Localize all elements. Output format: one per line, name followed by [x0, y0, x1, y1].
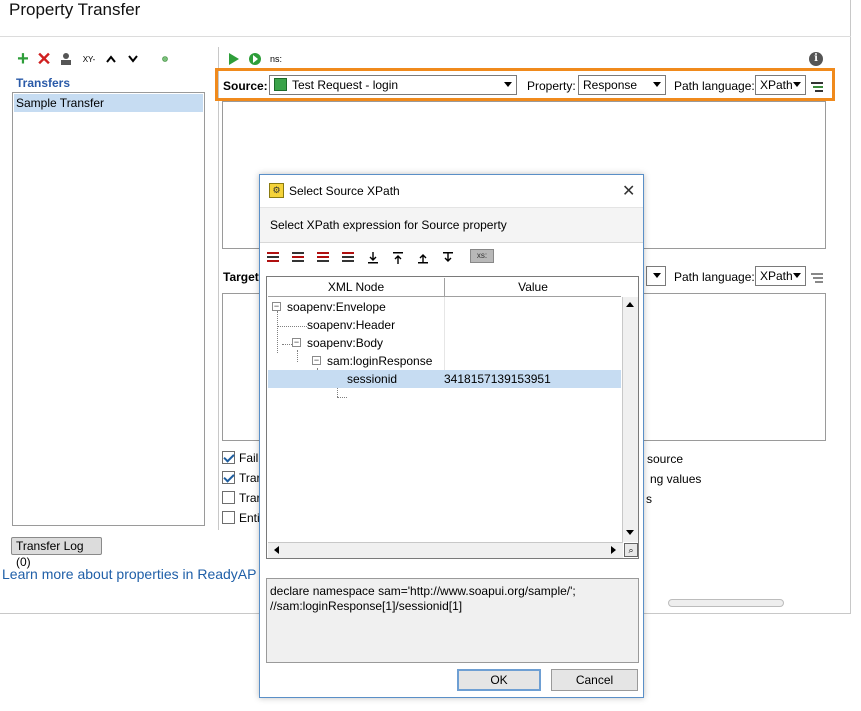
- chevron-down-icon: [653, 273, 661, 278]
- option-right-label-3: s: [646, 492, 652, 506]
- close-icon[interactable]: ✕: [622, 181, 635, 201]
- move-up-step-icon[interactable]: [416, 251, 430, 265]
- transfers-header: Transfers: [16, 76, 71, 90]
- option-checkbox-2[interactable]: [222, 471, 235, 484]
- option-right-label-2: ng values: [650, 472, 702, 486]
- property-select[interactable]: Response: [578, 75, 666, 95]
- property-select-value: Response: [583, 78, 638, 92]
- move-bottom-icon[interactable]: [366, 251, 380, 265]
- tree-vertical-scrollbar[interactable]: [622, 297, 638, 542]
- run-all-icon[interactable]: [247, 51, 263, 67]
- cancel-button[interactable]: Cancel: [551, 669, 638, 691]
- rename-transfer-icon[interactable]: [58, 51, 74, 67]
- dialog-description: Select XPath expression for Source prope…: [270, 218, 507, 232]
- target-path-language-value: XPath: [760, 269, 793, 283]
- scroll-down-icon[interactable]: [626, 530, 634, 535]
- tree-horizontal-scrollbar[interactable]: [268, 542, 623, 558]
- tree-node-label: soapenv:Header: [307, 318, 396, 332]
- collapse-icon[interactable]: −: [312, 356, 321, 365]
- tree-row-selected[interactable]: sessionid 3418157139153951: [268, 370, 621, 388]
- tree-row[interactable]: − soapenv:Body: [268, 334, 621, 352]
- expression-line-1: declare namespace sam='http://www.soapui…: [270, 584, 576, 598]
- target-xpath-selector-icon[interactable]: [809, 269, 825, 285]
- transfer-list: Sample Transfer: [12, 92, 205, 526]
- xs-namespace-toggle[interactable]: xs:: [470, 249, 494, 263]
- source-select[interactable]: Test Request - login: [269, 75, 517, 95]
- option-label-4: Enti: [239, 511, 260, 525]
- target-property-select[interactable]: [646, 266, 666, 286]
- path-language-select[interactable]: XPath: [755, 75, 806, 95]
- scroll-up-icon[interactable]: [626, 302, 634, 307]
- scroll-right-icon[interactable]: [611, 546, 616, 554]
- tree-row[interactable]: − soapenv:Envelope: [268, 298, 621, 316]
- option-label-3: Trar: [239, 491, 261, 505]
- collapse-icon[interactable]: −: [292, 338, 301, 347]
- select-source-xpath-dialog: ⚙ Select Source XPath ✕ Select XPath exp…: [259, 174, 644, 698]
- ok-button[interactable]: OK: [457, 669, 541, 691]
- dialog-title: Select Source XPath: [289, 184, 400, 198]
- target-path-language-select[interactable]: XPath: [755, 266, 806, 286]
- transfer-list-item[interactable]: Sample Transfer: [14, 94, 203, 112]
- source-label: Source:: [223, 79, 268, 93]
- source-select-value: Test Request - login: [292, 78, 399, 92]
- path-language-value: XPath: [760, 78, 793, 92]
- expand-all-icon[interactable]: [266, 251, 280, 265]
- option-checkbox-1[interactable]: [222, 451, 235, 464]
- xpath-selector-icon[interactable]: [809, 78, 825, 94]
- delete-transfer-icon[interactable]: ✕: [36, 49, 52, 69]
- test-request-icon: [274, 78, 287, 91]
- scroll-left-icon[interactable]: [274, 546, 279, 554]
- move-down-step-icon[interactable]: [441, 251, 455, 265]
- chevron-down-icon: [793, 82, 801, 87]
- info-icon[interactable]: i: [809, 52, 823, 66]
- column-header-xml-node[interactable]: XML Node: [268, 278, 445, 297]
- zoom-icon[interactable]: ⌕: [624, 543, 638, 557]
- property-label: Property:: [527, 79, 576, 93]
- tree-guide-line: [337, 397, 347, 398]
- title-divider: [0, 36, 851, 37]
- chevron-down-icon: [793, 273, 801, 278]
- tree-row[interactable]: soapenv:Header: [268, 316, 621, 334]
- chevron-down-icon: [653, 82, 661, 87]
- target-path-language-label: Path language:: [674, 270, 755, 284]
- tree-node-value: 3418157139153951: [444, 372, 551, 386]
- tree-node-label: soapenv:Envelope: [287, 300, 386, 314]
- option-checkbox-4[interactable]: [222, 511, 235, 524]
- target-label: Target: [223, 270, 259, 284]
- horizontal-scrollbar[interactable]: [668, 599, 784, 607]
- namespace-icon[interactable]: ns:: [268, 51, 284, 67]
- collapse-node-icon[interactable]: [341, 251, 355, 265]
- column-header-value[interactable]: Value: [445, 278, 621, 297]
- tree-row[interactable]: − sam:loginResponse: [268, 352, 621, 370]
- collapse-all-icon[interactable]: [291, 251, 305, 265]
- expand-node-icon[interactable]: [316, 251, 330, 265]
- move-top-icon[interactable]: [391, 251, 405, 265]
- option-right-label-1: source: [647, 452, 684, 466]
- tree-node-label: soapenv:Body: [307, 336, 384, 350]
- transfer-log-tab[interactable]: Transfer Log (0): [11, 537, 102, 569]
- add-transfer-icon[interactable]: +: [15, 48, 31, 70]
- path-language-label: Path language:: [674, 79, 755, 93]
- move-down-icon[interactable]: [125, 51, 141, 67]
- chevron-down-icon: [504, 82, 512, 87]
- xml-tree-table: XML Node Value − soapenv:Envelope soapen…: [266, 276, 639, 559]
- tree-node-label: sessionid: [347, 372, 398, 386]
- option-label-1: Fail: [239, 451, 259, 465]
- tree-node-label: sam:loginResponse: [327, 354, 433, 368]
- run-transfer-icon[interactable]: [226, 51, 242, 67]
- xpath-expression-area[interactable]: declare namespace sam='http://www.soapui…: [266, 578, 639, 663]
- status-dot-icon: [157, 51, 173, 67]
- option-checkbox-3[interactable]: [222, 491, 235, 504]
- panel-splitter[interactable]: [218, 47, 219, 530]
- learn-more-link[interactable]: Learn more about properties in ReadyAP: [2, 566, 256, 582]
- page-title: Property Transfer: [9, 0, 141, 19]
- copy-transfer-icon[interactable]: XY-: [80, 51, 98, 67]
- move-up-icon[interactable]: [103, 51, 119, 67]
- option-label-2: Trar: [239, 471, 261, 485]
- readyapi-icon: ⚙: [269, 183, 284, 198]
- collapse-icon[interactable]: −: [272, 302, 281, 311]
- expression-line-2: //sam:loginResponse[1]/sessionid[1]: [270, 599, 463, 613]
